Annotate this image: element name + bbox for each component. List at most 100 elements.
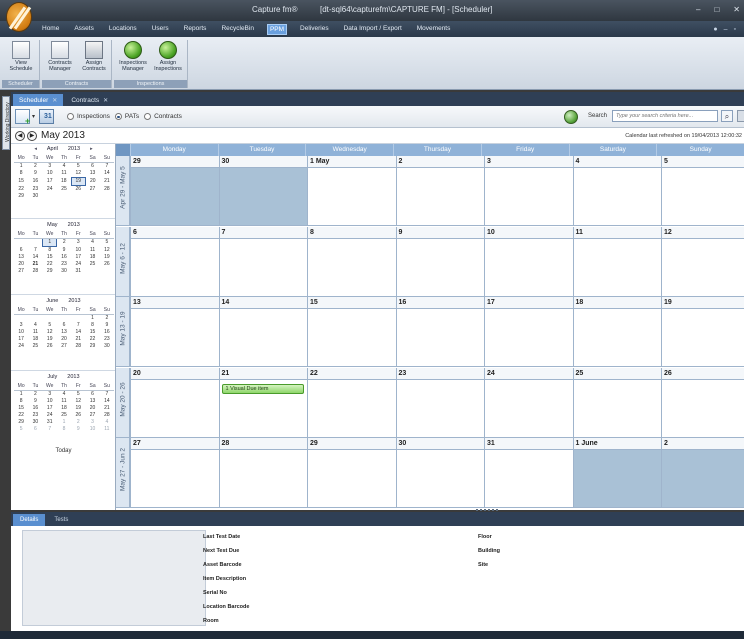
mini-calendar-day[interactable]: 31 [71,268,85,275]
mini-calendar-day[interactable]: 8 [43,247,57,255]
calendar-day-cell[interactable]: 2 [395,156,484,226]
mini-calendar-day[interactable]: 15 [43,254,57,261]
menu-item-movements[interactable]: Movements [415,24,453,35]
mini-calendar-day[interactable]: 18 [28,336,42,343]
mini-calendar-day[interactable]: 16 [100,329,114,336]
mini-calendar-day[interactable]: 19 [71,405,85,412]
mini-calendar-day[interactable]: 7 [28,247,42,255]
mini-calendar-day[interactable]: 24 [43,186,57,194]
mini-calendar-day[interactable]: 10 [71,247,85,255]
calendar-day-cell[interactable]: 5 [661,156,744,226]
radio-inspections[interactable] [67,113,74,120]
menu-item-deliveries[interactable]: Deliveries [298,24,331,35]
mini-calendar-day[interactable]: 3 [43,163,57,171]
mini-calendar-day[interactable]: 25 [85,261,99,268]
mini-calendar-day[interactable]: 8 [14,398,28,405]
mini-calendar-day[interactable]: 28 [100,186,114,194]
calendar-day-cell[interactable]: 2 [661,438,744,509]
calendar-day-cell[interactable]: 17 [484,297,573,368]
mini-calendar-day[interactable]: 14 [71,329,85,336]
mini-calendar-day[interactable]: 4 [28,322,42,329]
calendar-day-cell[interactable]: 1 May [307,156,396,226]
add-item-icon[interactable] [15,109,30,126]
mini-calendar-day[interactable]: 25 [57,412,71,419]
mini-calendar-day[interactable]: 28 [71,343,85,350]
next-month-arrow-icon[interactable]: ▸ [90,146,93,152]
mini-calendar-day[interactable]: 13 [85,398,99,405]
mini-calendar-day[interactable]: 22 [14,186,28,194]
calendar-day-cell[interactable]: 20 [130,367,219,438]
mini-calendar-day[interactable]: 3 [71,239,85,247]
mini-calendar-day[interactable]: 22 [14,412,28,419]
restore-icon[interactable]: ▫ [734,26,736,33]
mini-calendar-day[interactable]: 9 [57,247,71,255]
mini-calendar-day[interactable]: 26 [71,186,85,194]
calendar-event[interactable]: 1 Visual Due item [221,383,304,394]
calendar-day-cell[interactable]: 31 [484,438,573,509]
tab-details[interactable]: Details [13,514,46,526]
calendar-day-cell[interactable]: 24 [484,367,573,438]
mini-calendar-day[interactable]: 11 [100,426,114,433]
mini-calendar-day[interactable]: 23 [100,336,114,343]
inspections-manager-button[interactable]: Inspections Manager [117,41,149,72]
mini-calendar-day[interactable]: 27 [57,343,71,350]
mini-calendar-day[interactable]: 8 [57,426,71,433]
mini-calendar-day[interactable]: 17 [71,254,85,261]
help-icon[interactable]: ● [713,26,717,33]
mini-calendar-day[interactable]: 15 [14,178,28,186]
maximize-icon[interactable]: □ [714,5,719,14]
mini-calendar-day[interactable]: 6 [85,163,99,171]
mini-calendar-day[interactable]: 3 [43,391,57,399]
refresh-globe-icon[interactable] [564,110,578,124]
mini-calendar-day[interactable]: 22 [43,261,57,268]
mini-calendar-day[interactable]: 24 [43,412,57,419]
mini-calendar-day[interactable]: 13 [85,170,99,178]
mini-calendar-day[interactable]: 21 [71,336,85,343]
mini-calendar-day[interactable]: 18 [85,254,99,261]
mini-calendar-day[interactable]: 27 [85,186,99,194]
mini-calendar-day[interactable]: 17 [43,178,57,186]
calendar-day-cell[interactable]: 29 [307,438,396,509]
calendar-day-cell[interactable]: 26 [661,367,744,438]
mini-calendar-day[interactable]: 29 [14,193,28,200]
mini-calendar-day[interactable]: 23 [28,186,42,194]
mini-calendar-day[interactable]: 6 [28,426,42,433]
radio-contracts[interactable] [144,113,152,120]
tab-scheduler[interactable]: Scheduler ✕ [13,94,64,106]
mini-calendar-day[interactable]: 14 [100,170,114,178]
calendar-day-cell[interactable]: 23 [395,367,484,438]
calendar-day-cell[interactable]: 9 [395,226,484,297]
mini-calendar-day[interactable]: 30 [100,343,114,350]
calendar-day-cell[interactable]: 3 [484,156,573,226]
mini-calendar-day[interactable]: 26 [100,261,114,268]
mini-calendar-day[interactable]: 4 [57,163,71,171]
calendar-day-cell[interactable]: 25 [572,367,661,438]
calendar-day-cell[interactable]: 12 [661,226,744,297]
mini-calendar-day[interactable]: 12 [71,398,85,405]
mini-calendar-day[interactable]: 31 [43,419,57,426]
mini-calendar-day[interactable]: 27 [14,268,28,275]
mini-calendar-day[interactable]: 5 [43,322,57,329]
mini-calendar-day[interactable]: 6 [14,247,28,255]
mini-calendar-day[interactable]: 22 [85,336,99,343]
assign-contracts-button[interactable]: Assign Contracts [78,41,110,72]
mini-calendar-day[interactable]: 21 [100,405,114,412]
mini-calendar-day[interactable]: 2 [57,239,71,247]
mini-calendar-day[interactable]: 20 [57,336,71,343]
next-month-button[interactable]: ▶ [27,131,37,141]
mini-calendar-day[interactable]: 18 [57,405,71,412]
tab-tests[interactable]: Tests [47,514,75,526]
search-input[interactable] [612,110,718,122]
mini-calendar-day[interactable]: 12 [100,247,114,255]
mini-calendar-day[interactable]: 16 [28,405,42,412]
calendar-day-cell[interactable]: 16 [395,297,484,368]
mini-calendar-day[interactable]: 1 [14,163,28,171]
mini-calendar-day[interactable]: 4 [100,419,114,426]
mini-calendar-day[interactable]: 10 [43,170,57,178]
calendar-day-cell[interactable]: 27 [130,438,219,509]
close-icon[interactable]: ✕ [733,5,740,14]
calendar-day-cell[interactable]: 15 [307,297,396,368]
mini-calendar-day[interactable]: 15 [14,405,28,412]
mini-calendar-day[interactable]: 1 [85,315,99,323]
calendar-31-icon[interactable]: 31 [39,109,54,124]
